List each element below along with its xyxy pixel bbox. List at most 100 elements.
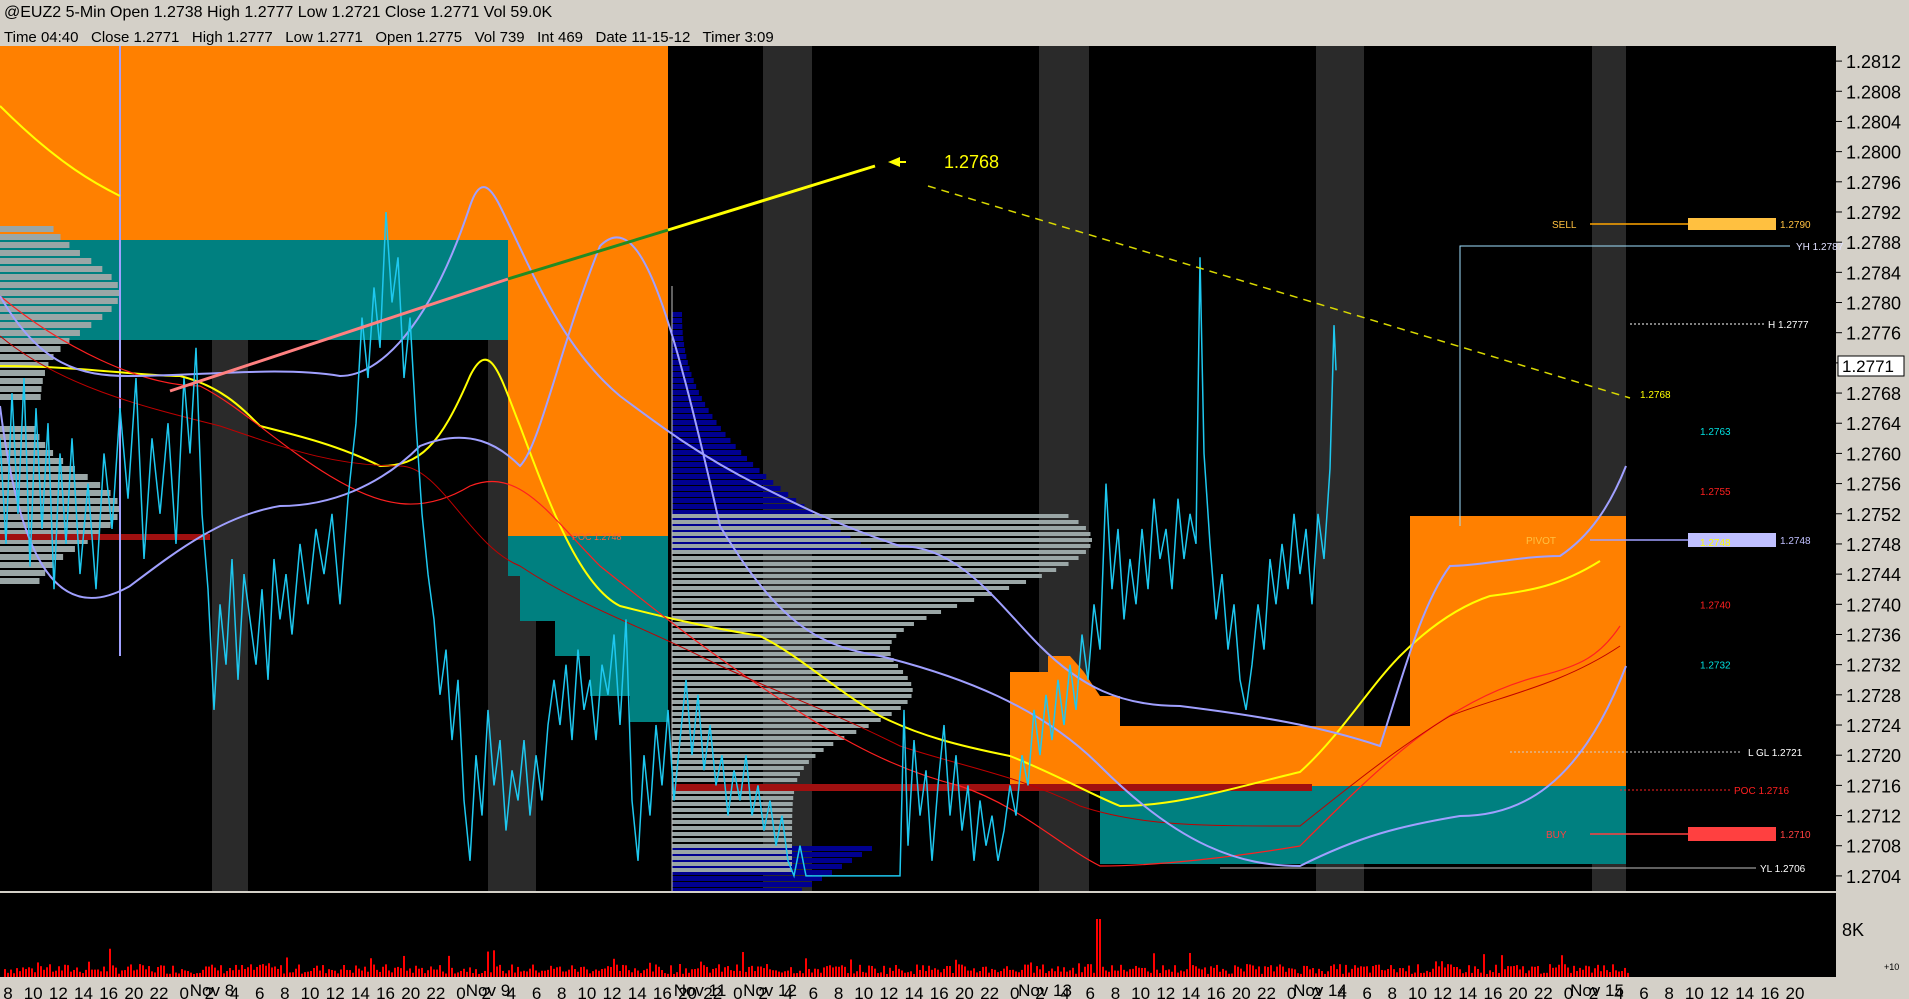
teal-zone-4 [1220, 786, 1626, 864]
volume-bar [1207, 973, 1209, 977]
volume-bar [1297, 973, 1299, 977]
volume-bar [625, 965, 627, 977]
volume-bar [541, 970, 543, 977]
time-tick-label: 14 [351, 984, 370, 999]
profile-bar [672, 568, 1057, 572]
volume-bar [946, 965, 948, 977]
profile-bar-navy [672, 450, 742, 455]
volume-bar [592, 971, 594, 977]
volume-bar [568, 969, 570, 977]
volume-bar [283, 973, 285, 977]
price-chart[interactable]: SELL 1.2790 YH 1.2787 H 1.2777 1.2768 1.… [0, 46, 1909, 999]
volume-bar [388, 970, 390, 977]
volume-bar [763, 968, 765, 977]
price-tick-label: 1.2736 [1846, 625, 1901, 645]
date-label: Nov 11 [674, 981, 727, 999]
volume-bar [355, 965, 357, 977]
volume-bar [667, 973, 669, 977]
volume-bar [382, 966, 384, 977]
price-tick-label: 1.2796 [1846, 173, 1901, 193]
volume-bar [925, 971, 927, 977]
date-label: Nov 9 [466, 981, 510, 999]
time-tick-label: 12 [879, 984, 898, 999]
date-label: Nov 15 [1570, 981, 1624, 999]
volume-bar [109, 948, 111, 977]
volume-bar [574, 969, 576, 977]
volume-bar [1411, 973, 1413, 977]
volume-bar [487, 951, 489, 977]
volume-bar [394, 967, 396, 977]
session-band [763, 46, 812, 891]
volume-bar [244, 969, 246, 977]
volume-bar [811, 972, 813, 977]
volume-bar [133, 970, 135, 977]
volume-bar [799, 970, 801, 977]
projection-label: 1.2768 [944, 152, 999, 172]
volume-bar [184, 970, 186, 977]
volume-bar [265, 965, 267, 977]
profile-bar [0, 386, 42, 392]
volume-bar [1258, 966, 1260, 977]
volume-bar [172, 965, 174, 977]
volume-bar [238, 969, 240, 977]
volume-bar [733, 970, 735, 977]
price-tick-label: 1.2732 [1846, 656, 1901, 676]
volume-bar [601, 969, 603, 977]
volume-bar [490, 972, 492, 977]
volume-bar [421, 967, 423, 977]
volume-bar [1438, 966, 1440, 977]
profile-bar [672, 550, 1086, 554]
volume-bar [130, 964, 132, 977]
profile-bar [672, 592, 992, 596]
volume-bar [553, 968, 555, 977]
volume-bar [1117, 970, 1119, 977]
volume-bar [1282, 966, 1284, 977]
volume-bar [1528, 970, 1530, 977]
volume-bar [586, 969, 588, 977]
profile-bar [672, 868, 793, 872]
price-tick-label: 1.2776 [1846, 324, 1901, 344]
volume-bar [334, 970, 336, 977]
volume-bar [1498, 972, 1500, 977]
volume-bar [304, 972, 306, 977]
volume-bar [1483, 954, 1485, 977]
volume-bar [232, 970, 234, 977]
volume-bar [277, 968, 279, 977]
volume-bar [97, 969, 99, 977]
volume-bar [1270, 965, 1272, 977]
volume-bar [820, 972, 822, 977]
sell-box [1688, 218, 1776, 230]
volume-bar [16, 968, 18, 977]
volume-bar [991, 968, 993, 977]
profile-bar [0, 434, 40, 440]
time-tick-label: 6 [255, 984, 264, 999]
volume-bar [94, 969, 96, 977]
volume-bar [934, 968, 936, 977]
volume-bar [1423, 972, 1425, 977]
volume-bar [10, 969, 12, 977]
profile-bar-navy [672, 498, 797, 503]
volume-bar [67, 965, 69, 977]
volume-bar [1009, 969, 1011, 977]
volume-bar [754, 971, 756, 977]
volume-bar [1273, 971, 1275, 977]
volume-bar [427, 970, 429, 977]
volume-bar [769, 969, 771, 977]
volume-bar [1237, 966, 1239, 977]
volume-bar [1222, 968, 1224, 977]
volume-bar [910, 971, 912, 977]
profile-bar-navy [672, 468, 760, 473]
volume-bar [1243, 971, 1245, 977]
poc-bar [672, 784, 1312, 791]
volume-bar [619, 970, 621, 977]
volume-bar [1303, 965, 1305, 977]
volume-bar [760, 966, 762, 977]
volume-bar [1306, 965, 1308, 977]
volume-bar [637, 970, 639, 977]
volume-bar [340, 969, 342, 977]
time-tick-label: 10 [1685, 984, 1704, 999]
volume-bar [1324, 973, 1326, 977]
volume-bar [1171, 971, 1173, 977]
volume-bar [922, 965, 924, 977]
volume-bar [1321, 971, 1323, 977]
